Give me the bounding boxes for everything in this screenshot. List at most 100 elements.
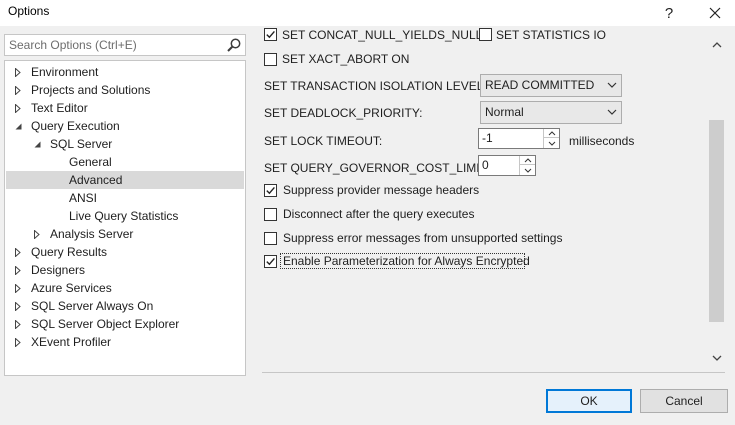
tree-item-label: Analysis Server [50, 227, 134, 241]
tree-item-label: General [69, 155, 112, 169]
tree-item[interactable]: Query Execution [6, 117, 244, 135]
statistics-io-checkbox[interactable] [479, 28, 492, 41]
lock-timeout-label: SET LOCK TIMEOUT: [264, 134, 383, 148]
expand-arrow-icon[interactable] [12, 99, 24, 117]
pane-divider [262, 372, 725, 373]
deadlock-priority-value: Normal [485, 105, 524, 119]
spin-up-button[interactable] [544, 129, 559, 138]
query-governor-label: SET QUERY_GOVERNOR_COST_LIMIT: [264, 161, 489, 175]
spin-up-button[interactable] [520, 156, 535, 165]
checkmark-icon [266, 257, 275, 266]
statistics-io-label: SET STATISTICS IO [496, 28, 607, 42]
suppress-provider-label: Suppress provider message headers [283, 183, 480, 197]
xact-abort-label: SET XACT_ABORT ON [282, 52, 410, 66]
chevron-down-icon [712, 355, 721, 361]
tree-item[interactable]: Environment [6, 63, 244, 81]
tree-item-label: ANSI [69, 191, 98, 205]
tree-item[interactable]: ANSI [6, 189, 244, 207]
help-button[interactable]: ? [652, 0, 686, 26]
tree-item-label: SQL Server Always On [31, 299, 154, 313]
suppress-provider-checkbox[interactable] [264, 184, 277, 197]
xact-abort-checkbox[interactable] [264, 53, 277, 66]
disconnect-after-label: Disconnect after the query executes [283, 207, 475, 221]
tree-item-label: Environment [31, 65, 99, 79]
tree-item[interactable]: SQL Server Always On [6, 297, 244, 315]
tree-item[interactable]: General [6, 153, 244, 171]
search-input[interactable] [5, 35, 223, 55]
tree-item[interactable]: Analysis Server [6, 225, 244, 243]
chevron-down-icon [524, 168, 531, 173]
concat-null-label: SET CONCAT_NULL_YIELDS_NULL [282, 28, 483, 42]
chevron-up-icon [524, 157, 531, 162]
tree-item-label: Query Execution [31, 119, 120, 133]
chevron-down-icon [607, 109, 617, 115]
chevron-down-icon [548, 141, 555, 146]
expand-arrow-icon[interactable] [31, 225, 43, 243]
expand-arrow-icon[interactable] [12, 243, 24, 261]
window-title: Options [8, 4, 50, 18]
tree-item-label: Query Results [31, 245, 108, 259]
vertical-scrollbar[interactable] [708, 30, 725, 370]
tree-item-label: Live Query Statistics [69, 209, 179, 223]
disconnect-after-checkbox[interactable] [264, 208, 277, 221]
expand-arrow-icon[interactable] [12, 297, 24, 315]
tree-item[interactable]: Query Results [6, 243, 244, 261]
tree-item[interactable]: Live Query Statistics [6, 207, 244, 225]
suppress-errors-label: Suppress error messages from unsupported… [283, 231, 563, 245]
tree-item[interactable]: Azure Services [6, 279, 244, 297]
tree-item-label: Projects and Solutions [31, 83, 151, 97]
tree-item[interactable]: Designers [6, 261, 244, 279]
search-box [4, 34, 246, 56]
chevron-up-icon [548, 130, 555, 135]
tree-item-label: SQL Server Object Explorer [31, 317, 180, 331]
chevron-up-icon [712, 41, 721, 47]
concat-null-checkbox[interactable] [264, 28, 277, 41]
chevron-down-icon [607, 82, 617, 88]
parameterization-label: Enable Parameterization for Always Encry… [283, 254, 530, 268]
deadlock-priority-select[interactable]: Normal [480, 101, 622, 124]
expand-arrow-icon[interactable] [12, 63, 24, 81]
spin-down-button[interactable] [544, 139, 559, 148]
suppress-errors-checkbox[interactable] [264, 232, 277, 245]
expand-arrow-icon[interactable] [12, 261, 24, 279]
scrollbar-thumb[interactable] [709, 120, 724, 322]
close-button[interactable] [698, 0, 732, 26]
lock-timeout-spinner[interactable]: -1 [478, 128, 560, 149]
expand-arrow-icon[interactable] [12, 315, 24, 333]
isolation-level-select[interactable]: READ COMMITTED [480, 74, 622, 97]
lock-timeout-unit: milliseconds [569, 134, 635, 148]
tree-item[interactable]: SQL Server Object Explorer [6, 315, 244, 333]
scroll-up-button[interactable] [708, 30, 725, 58]
tree-item-label: Advanced [69, 173, 123, 187]
options-pane: SET CONCAT_NULL_YIELDS_NULL SET STATISTI… [262, 28, 724, 373]
query-governor-value: 0 [482, 158, 489, 172]
tree-item[interactable]: SQL Server [6, 135, 244, 153]
expand-arrow-icon[interactable] [12, 279, 24, 297]
search-icon[interactable] [226, 37, 242, 53]
scroll-down-button[interactable] [708, 346, 725, 370]
tree-item-label: Azure Services [31, 281, 112, 295]
tree-item[interactable]: Projects and Solutions [6, 81, 244, 99]
cancel-button[interactable]: Cancel [640, 389, 728, 413]
options-tree: Environment Projects and Solutions Text Ed… [4, 60, 246, 376]
tree-item-label: Text Editor [31, 101, 88, 115]
tree-item[interactable]: XEvent Profiler [6, 333, 244, 351]
tree-item[interactable]: Advanced [6, 171, 244, 189]
spin-down-button[interactable] [520, 166, 535, 175]
close-icon [709, 7, 721, 19]
tree-item[interactable]: Text Editor [6, 99, 244, 117]
expand-arrow-icon[interactable] [12, 333, 24, 351]
checkmark-icon [266, 186, 275, 195]
ok-button[interactable]: OK [546, 389, 632, 413]
isolation-level-label: SET TRANSACTION ISOLATION LEVEL: [264, 79, 487, 93]
parameterization-checkbox[interactable] [264, 255, 277, 268]
checkmark-icon [266, 30, 275, 39]
expand-arrow-icon[interactable] [12, 81, 24, 99]
deadlock-priority-label: SET DEADLOCK_PRIORITY: [264, 106, 423, 120]
isolation-level-value: READ COMMITTED [485, 78, 595, 92]
tree-item-label: SQL Server [50, 137, 113, 151]
collapse-arrow-icon[interactable] [12, 117, 24, 135]
query-governor-spinner[interactable]: 0 [478, 155, 536, 176]
collapse-arrow-icon[interactable] [31, 135, 43, 153]
lock-timeout-value: -1 [482, 131, 493, 145]
